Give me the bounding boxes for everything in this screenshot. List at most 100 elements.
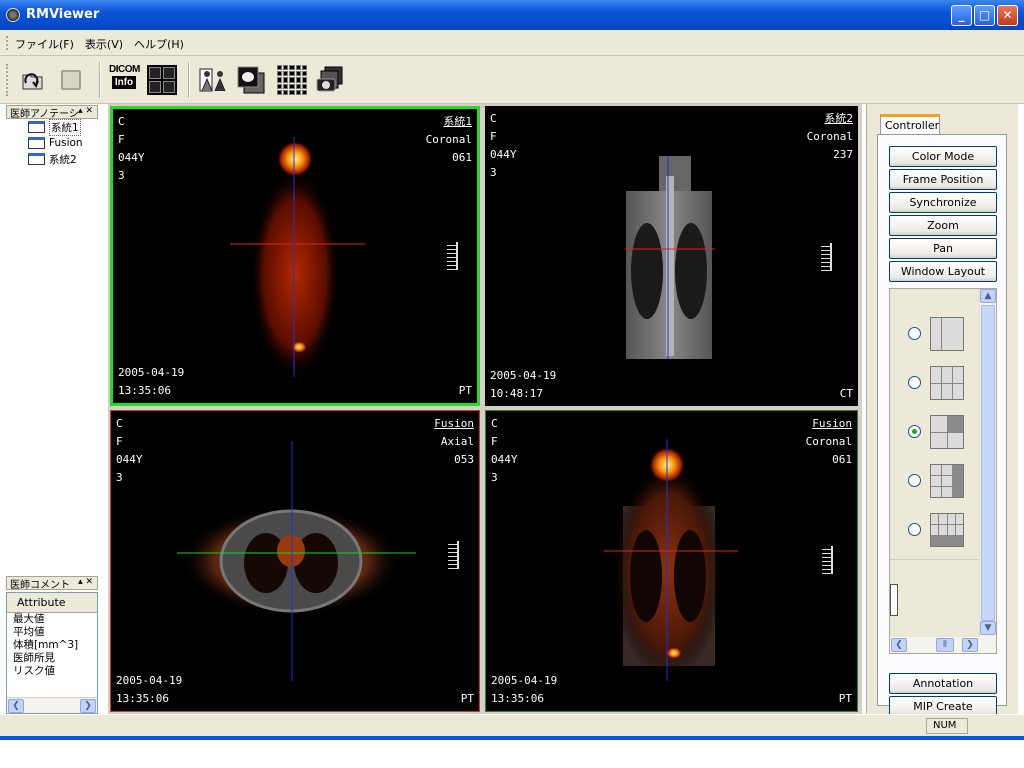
scroll-thumb[interactable]: ⦀ — [936, 638, 954, 652]
viewport-fusion-axial[interactable]: C F 044Y 3 Fusion Axial 053 2005-04-19 13:35:0… — [110, 410, 480, 712]
window-icon — [28, 121, 45, 133]
patient-info: C F 044Y 3 — [118, 115, 145, 182]
menu-file[interactable]: ファイル(F) — [15, 36, 74, 52]
scale-bar — [822, 546, 833, 574]
attribute-table: Attribute 最大値 平均値 体積[mm^3] 医師所見 リスク値 ❮ ❯ — [6, 592, 98, 714]
window-title: RMViewer — [26, 7, 100, 22]
panel-controls-icon[interactable]: ▴ ✕ — [78, 106, 93, 116]
tile-view-button[interactable] — [275, 62, 309, 98]
window-layout-list: ▲ ▼ ❮ ⦀ ❯ — [889, 288, 997, 654]
zoom-button[interactable]: Zoom — [889, 215, 997, 236]
tree-item-fusion[interactable]: Fusion — [28, 136, 83, 150]
layout-radio-selected[interactable] — [908, 425, 921, 438]
app-icon — [6, 8, 20, 22]
patient-info: C F 044Y 3 — [116, 417, 143, 484]
scale-bar — [448, 541, 459, 569]
color-mode-button[interactable]: Color Mode — [889, 146, 997, 167]
layout-2x3-icon — [930, 366, 964, 400]
viewport-fusion-coronal[interactable]: C F 044Y 3 Fusion Coronal 061 2005-04-19 13:35… — [485, 410, 858, 712]
patient-info: C F 044Y 3 — [491, 417, 518, 484]
viewport-ct-coronal[interactable]: C F 044Y 3 系統2 Coronal 237 2005-04-19 10:48:17… — [485, 106, 858, 406]
tab-controller[interactable]: Controller — [880, 114, 940, 135]
toolbar-separator — [99, 62, 101, 98]
layout-2x2-icon — [930, 415, 964, 449]
series-info: 系統1 Coronal 061 — [425, 115, 472, 164]
annotation-tree: 系統1 Fusion 系統2 — [6, 118, 98, 570]
attribute-row[interactable]: 最大値 — [7, 613, 97, 626]
layout-divider — [890, 559, 979, 560]
viewport-pet-coronal[interactable]: C F 044Y 3 系統1 Coronal 061 2005-04-19 13:35:06… — [110, 106, 480, 406]
scroll-down-icon[interactable]: ▼ — [980, 621, 996, 635]
menu-view[interactable]: 表示(V) — [85, 36, 123, 52]
layout-hscrollbar[interactable]: ❮ ⦀ ❯ — [890, 637, 996, 653]
attribute-row[interactable]: 平均値 — [7, 626, 97, 639]
mini-slider-icon[interactable] — [890, 584, 898, 616]
study-datetime: 2005-04-19 10:48:17 — [490, 369, 557, 400]
annotation-button[interactable]: Annotation — [889, 673, 997, 694]
layout-radio[interactable] — [908, 376, 921, 389]
patient-icon — [199, 68, 226, 92]
synchronize-button[interactable]: Synchronize — [889, 192, 997, 213]
attribute-row[interactable]: リスク値 — [7, 665, 97, 678]
fusion-coronal-image — [604, 439, 738, 681]
tile-grid-icon — [277, 65, 307, 95]
scroll-left-icon[interactable]: ❮ — [891, 638, 907, 652]
annotation-panel-title: 医師アノテーシ — [10, 108, 79, 120]
scroll-right-icon[interactable]: ❯ — [80, 699, 96, 713]
patient-button[interactable] — [196, 62, 230, 98]
scroll-left-icon[interactable]: ❮ — [8, 699, 24, 713]
study-datetime: 2005-04-19 13:35:06 — [116, 674, 183, 705]
title-bar: RMViewer _ □ ✕ — [0, 0, 1024, 30]
menu-bar: ファイル(F) 表示(V) ヘルプ(H) — [0, 30, 1024, 56]
fullscreen-button[interactable] — [145, 62, 179, 98]
layout-radio[interactable] — [908, 523, 921, 536]
controller-tab-body: Color Mode Frame Position Synchronize Zo… — [877, 134, 1007, 717]
series-info: Fusion Axial 053 — [434, 417, 474, 466]
attribute-row[interactable]: 医師所見 — [7, 652, 97, 665]
attribute-hscrollbar[interactable]: ❮ ❯ — [7, 697, 97, 713]
ct-coronal-image — [625, 156, 715, 359]
maximize-button[interactable]: □ — [974, 5, 995, 26]
tree-item-series1[interactable]: 系統1 — [28, 118, 81, 136]
num-lock-indicator: NUM — [926, 718, 968, 734]
close-button[interactable]: ✕ — [997, 5, 1018, 26]
open-button[interactable] — [16, 62, 50, 98]
layout-radio[interactable] — [908, 474, 921, 487]
pet-coronal-image — [230, 137, 365, 379]
layered-image-icon — [237, 66, 265, 94]
scroll-right-icon[interactable]: ❯ — [962, 638, 978, 652]
study-datetime: 2005-04-19 13:35:06 — [118, 366, 185, 397]
quad-view-icon — [147, 65, 177, 95]
camera-icon — [316, 66, 343, 92]
series-info: 系統2 Coronal 237 — [806, 112, 853, 161]
layout-1x2-icon — [930, 317, 964, 351]
layout-vscrollbar[interactable]: ▲ ▼ — [979, 289, 996, 638]
pan-button[interactable]: Pan — [889, 238, 997, 259]
menu-grip — [6, 36, 9, 50]
status-bar: NUM — [0, 714, 1024, 736]
layout-3x4-icon — [930, 513, 964, 547]
save-disk-icon — [61, 70, 81, 90]
study-datetime: 2005-04-19 13:35:06 — [491, 674, 558, 705]
capture-button[interactable] — [313, 62, 347, 98]
minimize-button[interactable]: _ — [951, 5, 972, 26]
window-layout-button[interactable]: Window Layout — [889, 261, 997, 282]
comment-panel-title: 医師コメント — [10, 579, 70, 591]
patient-info: C F 044Y 3 — [490, 112, 517, 179]
attribute-column-header[interactable]: Attribute — [7, 593, 97, 613]
scroll-thumb[interactable] — [981, 305, 995, 621]
scroll-up-icon[interactable]: ▲ — [980, 289, 996, 303]
frame-position-button[interactable]: Frame Position — [889, 169, 997, 190]
image-button[interactable] — [234, 62, 268, 98]
tree-item-series2[interactable]: 系統2 — [28, 152, 77, 166]
viewport-area: C F 044Y 3 系統1 Coronal 061 2005-04-19 13:35:06… — [108, 104, 862, 714]
fusion-axial-image — [177, 441, 416, 681]
attribute-row[interactable]: 体積[mm^3] — [7, 639, 97, 652]
scale-bar — [447, 242, 458, 270]
panel-controls-icon[interactable]: ▴ ✕ — [78, 577, 93, 587]
modality-label: PT — [460, 692, 474, 705]
dicom-info-button[interactable]: DICOM Info — [107, 62, 141, 98]
menu-help[interactable]: ヘルプ(H) — [134, 36, 184, 52]
layout-radio[interactable] — [908, 327, 921, 340]
scale-bar — [821, 243, 832, 271]
